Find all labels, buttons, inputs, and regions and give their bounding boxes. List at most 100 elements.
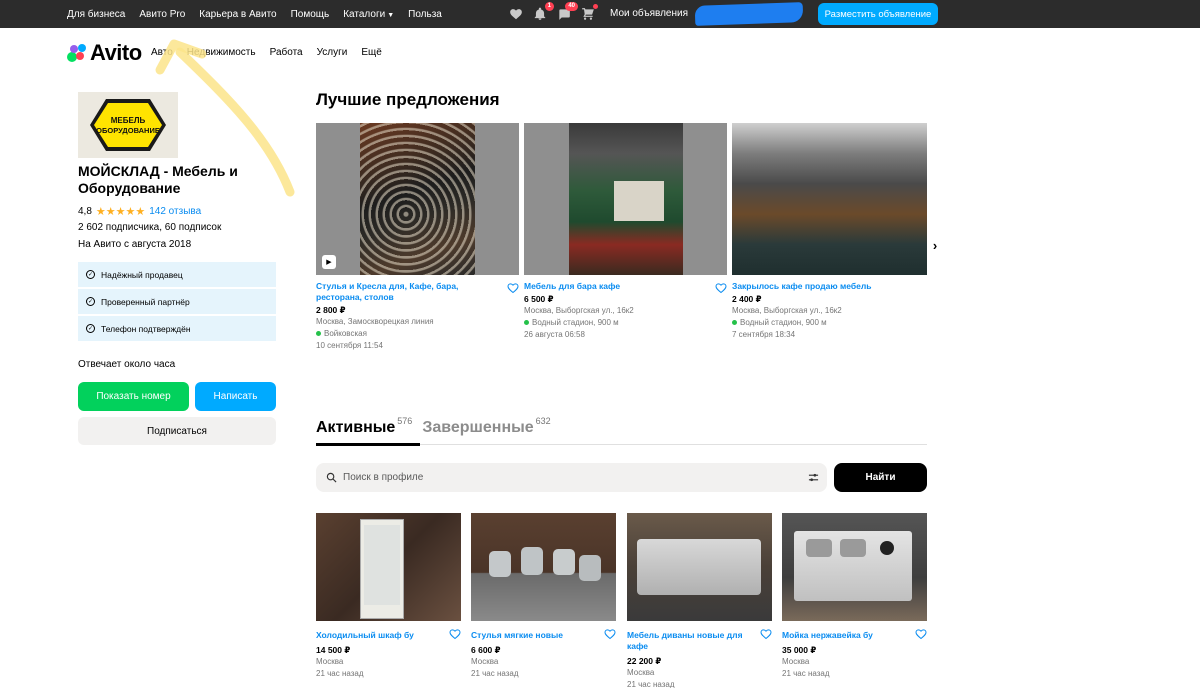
offer-price: 2 800 ₽ — [316, 305, 346, 315]
listings-grid: Холодильный шкаф бу 14 500 ₽ Москва 21 ч… — [316, 513, 927, 688]
tab-active-underline — [316, 443, 420, 446]
offer-image[interactable]: ▶ — [316, 123, 519, 275]
favorite-heart-icon[interactable] — [760, 627, 772, 640]
listing-city: Москва — [471, 657, 499, 666]
listing-title[interactable]: Холодильный шкаф бу — [316, 630, 444, 641]
cart-icon[interactable] — [580, 4, 598, 22]
favorite-heart-icon[interactable] — [604, 627, 616, 640]
tab-completed[interactable]: Завершенные 632 — [422, 416, 550, 437]
messages-badge: 40 — [565, 2, 578, 11]
topnav-avito-pro[interactable]: Авито Pro — [139, 9, 185, 20]
listing-date: 21 час назад — [782, 669, 830, 678]
redacted-username — [694, 2, 804, 26]
store-logo-line1: МЕБЕЛЬ — [111, 116, 146, 125]
check-circle-icon: ✓ — [86, 324, 95, 333]
listing-image[interactable] — [782, 513, 927, 621]
listing-title[interactable]: Мебель диваны новые для кафе — [627, 630, 755, 652]
messages-chat-icon[interactable]: 40 — [556, 2, 578, 22]
check-circle-icon: ✓ — [86, 270, 95, 279]
store-logo-hexagon: МЕБЕЛЬ ОБОРУДОВАНИЕ — [90, 99, 166, 151]
post-ad-button[interactable]: Разместить объявление — [818, 3, 938, 25]
star-rating-icon: ★★★★★ — [95, 206, 146, 218]
main-nav: Авто Недвижимость Работа Услуги Ещё — [151, 47, 382, 58]
badge-label: Надёжный продавец — [101, 269, 183, 280]
listing-date: 21 час назад — [627, 680, 675, 688]
cart-dot-badge — [593, 4, 598, 9]
notifications-bell-icon[interactable]: 1 — [532, 2, 554, 22]
offer-title[interactable]: Стулья и Кресла для, Кафе, бара, рестора… — [316, 281, 496, 303]
reviews-link[interactable]: 142 отзыва — [149, 206, 201, 217]
offer-image[interactable] — [732, 123, 927, 275]
filter-icon[interactable] — [808, 472, 819, 483]
profile-search — [316, 463, 827, 492]
video-play-icon[interactable]: ▶ — [322, 255, 336, 269]
favorite-heart-icon[interactable] — [715, 281, 727, 294]
listing-city: Москва — [782, 657, 810, 666]
offer-card[interactable]: Закрылось кафе продаю мебель 2 400 ₽ Мос… — [732, 123, 927, 341]
offer-date: 10 сентября 11:54 — [316, 341, 383, 350]
search-input[interactable] — [343, 472, 783, 483]
favorite-heart-icon[interactable] — [449, 627, 461, 640]
badge-label: Телефон подтверждён — [101, 323, 191, 334]
offer-price: 6 500 ₽ — [524, 294, 554, 304]
listing-image[interactable] — [471, 513, 616, 621]
search-icon — [326, 472, 337, 483]
tab-completed-label: Завершенные — [422, 419, 534, 436]
listing-card[interactable]: Мойка нержавейка бу 35 000 ₽ Москва 21 ч… — [782, 513, 927, 680]
offer-image[interactable] — [524, 123, 727, 275]
offer-address: Москва, Выборгская ул., 16к2 — [524, 306, 634, 315]
write-message-button[interactable]: Написать — [195, 382, 276, 411]
listing-title[interactable]: Мойка нержавейка бу — [782, 630, 910, 641]
trust-badges: ✓ Надёжный продавец ✓ Проверенный партнёр … — [78, 262, 276, 343]
topnav-business[interactable]: Для бизнеса — [67, 9, 125, 20]
subscribers-count: 2 602 подписчика, 60 подписок — [78, 222, 222, 233]
offer-card[interactable]: Мебель для бара кафе 6 500 ₽ Москва, Выб… — [524, 123, 727, 341]
offer-card[interactable]: ▶ Стулья и Кресла для, Кафе, бара, ресто… — [316, 123, 519, 352]
show-phone-button[interactable]: Показать номер — [78, 382, 189, 411]
topnav-help[interactable]: Помощь — [291, 9, 330, 20]
listing-card[interactable]: Холодильный шкаф бу 14 500 ₽ Москва 21 ч… — [316, 513, 461, 680]
listing-price: 6 600 ₽ — [471, 645, 501, 655]
badge-reliable-seller: ✓ Надёжный продавец — [78, 262, 276, 287]
topnav-catalogs[interactable]: Каталоги ▼ — [343, 9, 394, 20]
nav-realty[interactable]: Недвижимость — [187, 47, 256, 58]
response-time: Отвечает около часа — [78, 359, 176, 370]
offer-price: 2 400 ₽ — [732, 294, 762, 304]
listing-image[interactable] — [316, 513, 461, 621]
nav-auto[interactable]: Авто — [151, 47, 173, 58]
listing-card[interactable]: Стулья мягкие новые 6 600 ₽ Москва 21 ча… — [471, 513, 616, 680]
my-ads-link[interactable]: Мои объявления — [610, 0, 688, 28]
listing-title[interactable]: Стулья мягкие новые — [471, 630, 599, 641]
listing-price: 35 000 ₽ — [782, 645, 817, 655]
favorites-heart-icon[interactable] — [508, 6, 524, 22]
offer-title[interactable]: Мебель для бара кафе — [524, 281, 704, 292]
store-name: МОЙСКЛАД - Мебель и Оборудование — [78, 163, 238, 196]
find-button[interactable]: Найти — [834, 463, 927, 492]
offer-title[interactable]: Закрылось кафе продаю мебель — [732, 281, 912, 292]
nav-services[interactable]: Услуги — [317, 47, 348, 58]
listing-date: 21 час назад — [471, 669, 519, 678]
topnav-career[interactable]: Карьера в Авито — [199, 9, 276, 20]
check-circle-icon: ✓ — [86, 297, 95, 306]
badge-verified-partner: ✓ Проверенный партнёр — [78, 289, 276, 314]
avito-logo[interactable]: Avito — [67, 40, 142, 66]
tab-active[interactable]: Активные 576 — [316, 416, 412, 437]
best-offers-carousel: ▶ Стулья и Кресла для, Кафе, бара, ресто… — [316, 123, 927, 363]
store-logo: МЕБЕЛЬ ОБОРУДОВАНИЕ — [78, 92, 178, 158]
topnav-benefit[interactable]: Польза — [408, 9, 442, 20]
carousel-next-arrow-icon[interactable]: › — [927, 232, 943, 258]
favorite-heart-icon[interactable] — [915, 627, 927, 640]
listing-image[interactable] — [627, 513, 772, 621]
tab-active-label: Активные — [316, 419, 396, 436]
favorite-heart-icon[interactable] — [507, 281, 519, 294]
listing-price: 14 500 ₽ — [316, 645, 351, 655]
subscribe-button[interactable]: Подписаться — [78, 417, 276, 445]
listing-date: 21 час назад — [316, 669, 364, 678]
offer-date: 26 августа 06:58 — [524, 330, 585, 339]
listing-tabs: Активные 576 Завершенные 632 — [316, 416, 551, 437]
member-since: На Авито с августа 2018 — [78, 239, 192, 250]
tab-active-count: 576 — [397, 416, 413, 426]
nav-jobs[interactable]: Работа — [270, 47, 303, 58]
nav-more[interactable]: Ещё — [361, 47, 381, 58]
listing-card[interactable]: Мебель диваны новые для кафе 22 200 ₽ Мо… — [627, 513, 772, 688]
